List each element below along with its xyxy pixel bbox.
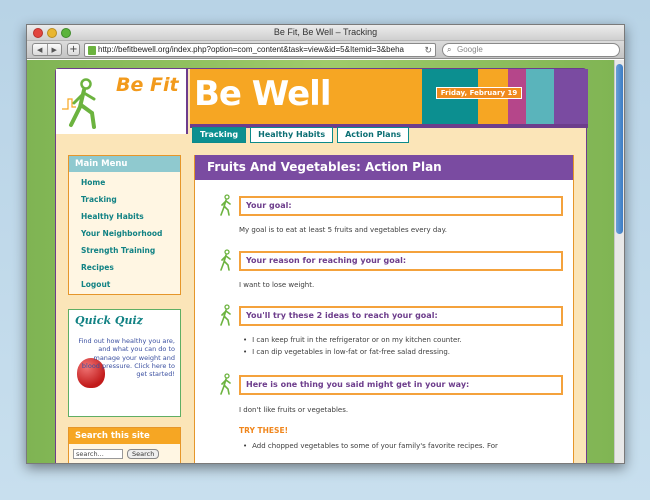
tab-tracking[interactable]: Tracking	[192, 127, 247, 143]
scrollbar-thumb[interactable]	[616, 64, 623, 234]
goal-heading: Your goal:	[239, 196, 563, 216]
menu-item-your-neighborhood[interactable]: Your Neighborhood	[69, 226, 180, 243]
tab-action-plans[interactable]: Action Plans	[337, 127, 410, 143]
page-title: Fruits And Vegetables: Action Plan	[195, 155, 573, 180]
ideas-list: I can keep fruit in the refrigerator or …	[243, 336, 462, 360]
menu-item-strength-training[interactable]: Strength Training	[69, 243, 180, 260]
sidebar: Main Menu Home Tracking Healthy Habits Y…	[68, 155, 181, 463]
reason-text: I want to lose weight.	[239, 281, 315, 289]
web-page: Be Fit Be Well Friday, February 19 Track…	[27, 60, 624, 463]
logo-area[interactable]: Be Fit	[56, 69, 188, 134]
url-text: http://befitbewell.org/index.php?option=…	[98, 45, 404, 54]
walker-icon	[220, 249, 231, 271]
reason-heading: Your reason for reaching your goal:	[239, 251, 563, 271]
tab-healthy-habits[interactable]: Healthy Habits	[250, 127, 334, 143]
site-search-box: Search this site search... Search	[68, 427, 181, 463]
action-plan-body: Your goal: My goal is to eat at least 5 …	[219, 180, 573, 463]
browser-window: Be Fit, Be Well – Tracking ◀ ▶ + http://…	[26, 24, 625, 464]
walker-icon	[220, 373, 231, 395]
walker-icon	[220, 194, 231, 216]
main-menu-title: Main Menu	[69, 156, 180, 172]
site-search-input[interactable]: search...	[73, 449, 123, 459]
window-title: Be Fit, Be Well – Tracking	[273, 27, 378, 37]
back-button[interactable]: ◀	[33, 44, 48, 55]
try-these-list: Add chopped vegetables to some of your f…	[243, 442, 498, 454]
site-header: Be Fit Be Well Friday, February 19	[56, 69, 588, 134]
try-these-label: TRY THESE!	[239, 426, 288, 435]
header-block-purple	[554, 69, 588, 124]
forward-button[interactable]: ▶	[48, 44, 62, 55]
site-search-button[interactable]: Search	[127, 449, 160, 459]
nav-buttons: ◀ ▶	[32, 43, 62, 56]
header-block-cyan	[526, 69, 554, 124]
logo-befit-text: Be Fit	[116, 74, 179, 96]
menu-item-healthy-habits[interactable]: Healthy Habits	[69, 209, 180, 226]
list-item: I can keep fruit in the refrigerator or …	[243, 336, 462, 344]
walker-icon	[220, 304, 231, 326]
quick-quiz-title: Quick Quiz	[75, 314, 143, 327]
search-icon: ⌕	[447, 45, 452, 54]
search-placeholder: Google	[457, 45, 483, 54]
walker-logo-icon	[62, 78, 96, 129]
site-container: Be Fit Be Well Friday, February 19 Track…	[55, 68, 588, 463]
ideas-heading: You'll try these 2 ideas to reach your g…	[239, 306, 563, 326]
goal-text: My goal is to eat at least 5 fruits and …	[239, 226, 447, 234]
tab-bar: Tracking Healthy Habits Action Plans	[192, 127, 410, 143]
menu-item-recipes[interactable]: Recipes	[69, 260, 180, 277]
site-favicon-icon	[88, 46, 96, 55]
address-bar[interactable]: http://befitbewell.org/index.php?option=…	[84, 43, 436, 57]
date-badge: Friday, February 19	[436, 87, 522, 99]
quick-quiz-box[interactable]: Quick Quiz Find out how healthy you are,…	[68, 309, 181, 417]
logo-bewell-text: Be Well	[194, 74, 331, 114]
barrier-heading: Here is one thing you said might get in …	[239, 375, 563, 395]
menu-item-logout[interactable]: Logout	[69, 277, 180, 294]
search-field[interactable]: ⌕ Google	[442, 43, 620, 57]
main-menu: Main Menu Home Tracking Healthy Habits Y…	[68, 155, 181, 295]
main-content: Fruits And Vegetables: Action Plan Your …	[194, 155, 574, 463]
reload-icon[interactable]: ↻	[424, 44, 432, 56]
menu-item-home[interactable]: Home	[69, 175, 180, 192]
browser-toolbar: ◀ ▶ + http://befitbewell.org/index.php?o…	[27, 41, 624, 59]
vertical-scrollbar[interactable]	[614, 60, 624, 463]
add-bookmark-button[interactable]: +	[67, 43, 80, 56]
list-item: I can dip vegetables in low-fat or fat-f…	[243, 348, 462, 356]
site-search-title: Search this site	[69, 428, 180, 444]
quick-quiz-text[interactable]: Find out how healthy you are, and what y…	[75, 337, 175, 378]
list-item: Add chopped vegetables to some of your f…	[243, 442, 498, 450]
menu-item-tracking[interactable]: Tracking	[69, 192, 180, 209]
title-bar: Be Fit, Be Well – Tracking	[27, 25, 624, 41]
barrier-text: I don't like fruits or vegetables.	[239, 406, 349, 414]
